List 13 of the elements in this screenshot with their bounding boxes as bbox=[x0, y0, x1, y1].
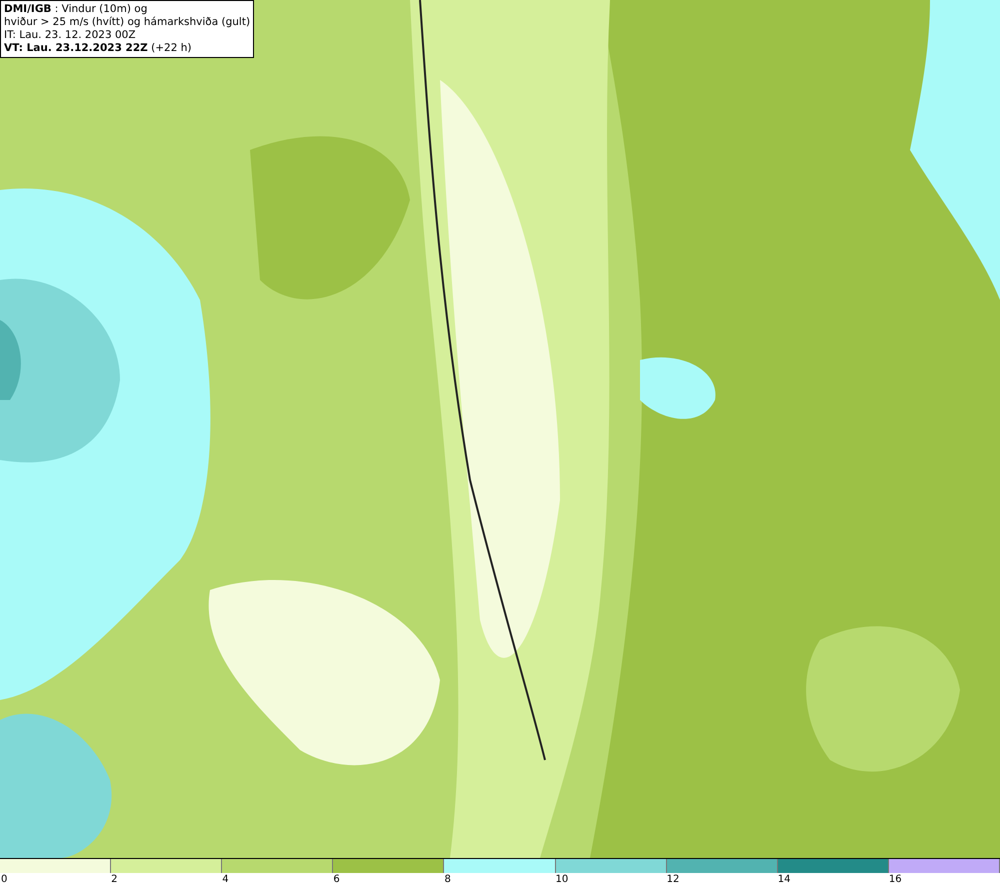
legend-tick-label: 4 bbox=[222, 874, 229, 886]
legend-tick-label: 12 bbox=[666, 874, 680, 886]
info-text: hviður > 25 m/s (hvítt) og hámarkshviða (gult) bbox=[4, 16, 250, 29]
info-text: DMI/IGB : Vindur (10m) og bbox=[4, 3, 148, 16]
legend-tick-label: 16 bbox=[888, 874, 902, 886]
legend-tick-label: 0 bbox=[1, 874, 8, 886]
info-text: VT: Lau. 23.12.2023 22Z (+22 h) bbox=[4, 42, 192, 55]
legend-tick-label: 14 bbox=[778, 874, 790, 886]
legend-tick-label: 8 bbox=[444, 874, 451, 886]
legend-tick-label: 10 bbox=[556, 874, 568, 886]
legend-tick-label: 6 bbox=[333, 874, 340, 886]
legend-tick-label: 2 bbox=[111, 874, 118, 886]
info-text: IT: Lau. 23. 12. 2023 00Z bbox=[4, 29, 137, 42]
